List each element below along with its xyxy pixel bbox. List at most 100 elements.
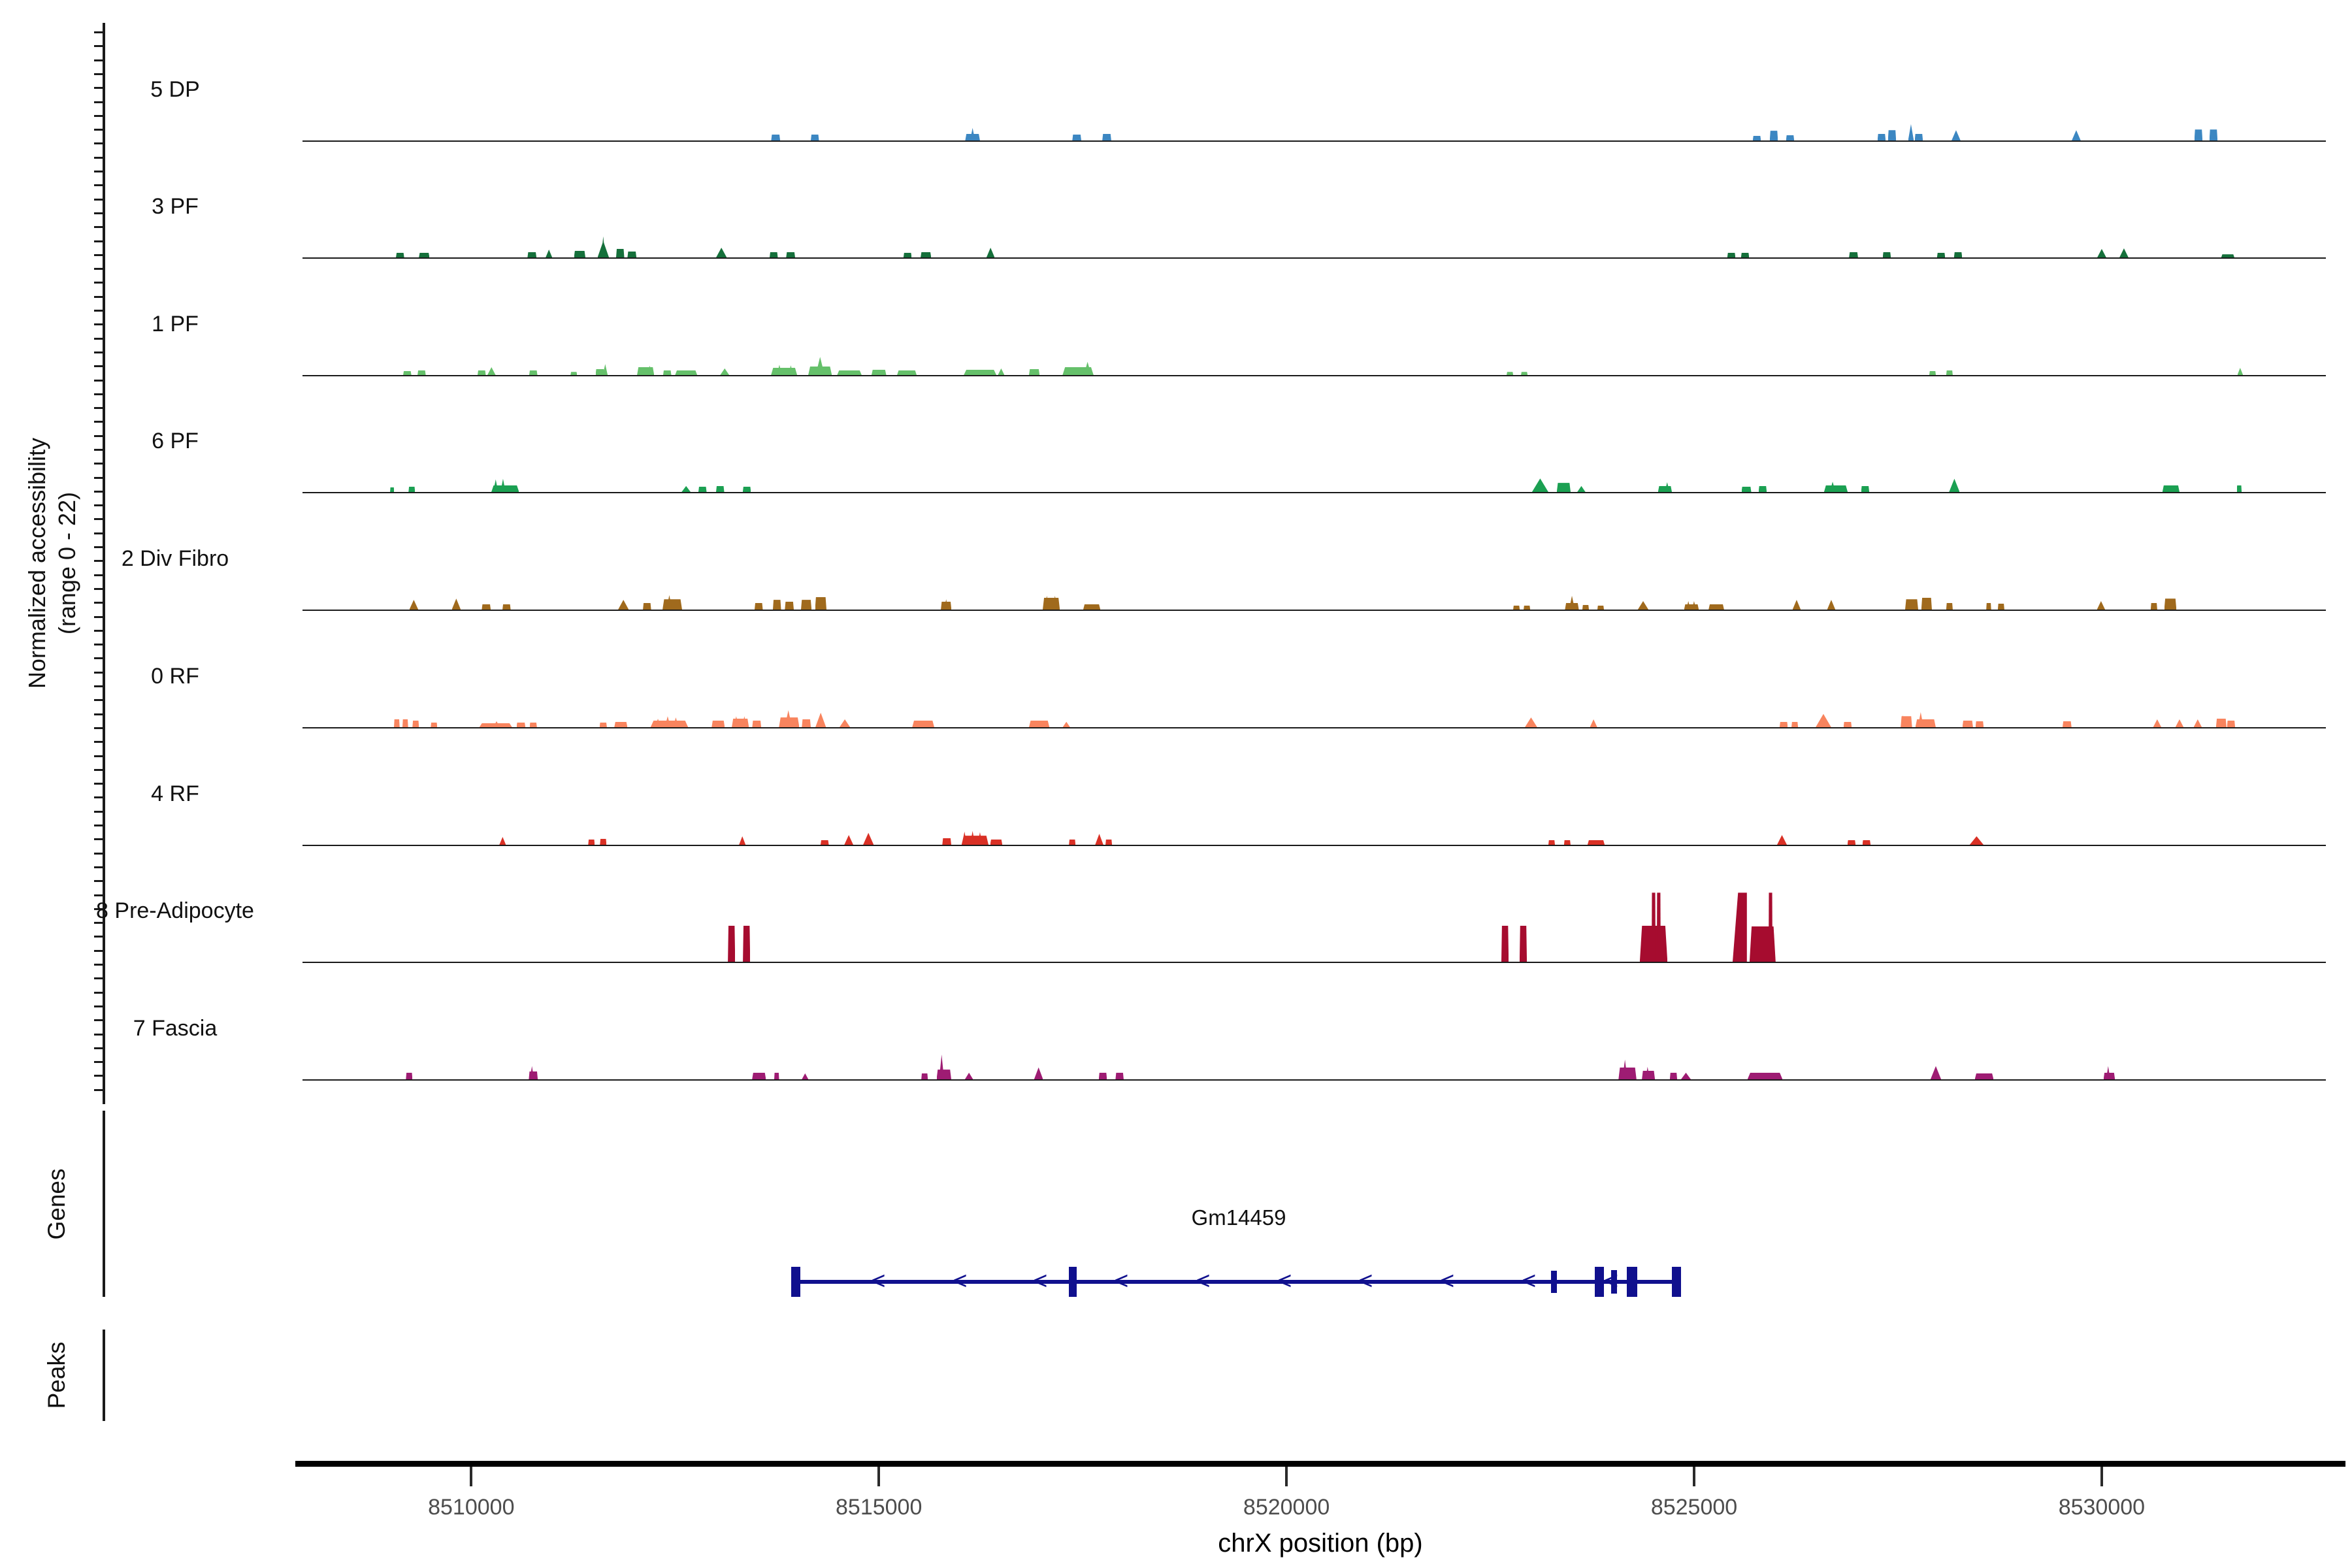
coverage-peak	[2237, 485, 2242, 492]
coverage-peak	[1569, 596, 1575, 610]
coverage-peak	[2164, 598, 2177, 610]
coverage-peak	[1638, 601, 1648, 610]
y-axis-tick	[94, 407, 104, 409]
y-axis-tick	[94, 1047, 104, 1049]
y-axis-tick	[94, 811, 104, 813]
coverage-peak	[716, 486, 725, 492]
coverage-peak	[1557, 483, 1571, 492]
coverage-peak	[1681, 1073, 1691, 1079]
coverage-peak	[2119, 248, 2129, 257]
peaks-section-bracket	[103, 1330, 105, 1421]
coverage-peak	[1921, 598, 1932, 610]
coverage-peak	[1786, 135, 1795, 140]
track-baseline-0-RF	[302, 727, 2326, 728]
y-axis-tick	[94, 268, 104, 270]
x-axis-tick	[1693, 1467, 1695, 1486]
genes-section-bracket	[103, 1111, 105, 1297]
coverage-peak	[1883, 252, 1891, 257]
y-axis-tick	[94, 73, 104, 75]
coverage-peak	[1827, 600, 1836, 610]
coverage-peak	[840, 719, 850, 727]
coverage-peak	[681, 486, 691, 492]
coverage-peak	[1577, 486, 1586, 492]
y-axis-tick	[94, 574, 104, 576]
coverage-peak	[1083, 604, 1100, 610]
y-axis-tick	[94, 1005, 104, 1007]
coverage-peak	[574, 251, 586, 257]
coverage-peak	[964, 370, 996, 375]
coverage-peak	[1588, 840, 1605, 845]
coverage-peak	[2097, 601, 2106, 610]
x-axis-tick-label: 8530000	[1997, 1495, 2206, 1520]
y-axis-tick	[94, 630, 104, 632]
gene-exon	[1672, 1267, 1681, 1297]
coverage-peak	[527, 252, 536, 257]
coverage-peak	[410, 600, 419, 610]
gene-exon	[1595, 1267, 1604, 1297]
coverage-peak	[773, 600, 781, 610]
coverage-peak	[1590, 719, 1597, 727]
coverage-peak	[698, 487, 707, 492]
coverage-peak	[1618, 1068, 1637, 1079]
coverage-peak	[844, 835, 853, 845]
coverage-peak	[1863, 840, 1871, 845]
track-label-6-PF: 6 PF	[18, 429, 332, 454]
coverage-peak	[1753, 136, 1761, 140]
coverage-peak	[2210, 129, 2218, 140]
coverage-peak	[1976, 721, 1984, 727]
coverage-peak	[499, 837, 506, 845]
coverage-peak	[1905, 599, 1918, 610]
coverage-peak	[1998, 604, 2004, 610]
y-axis-tick	[94, 142, 104, 144]
y-axis-tick	[94, 254, 104, 256]
coverage-peak	[663, 370, 672, 375]
track-label-3-PF: 3 PF	[18, 194, 332, 220]
y-axis-tick	[94, 713, 104, 715]
coverage-peak	[1548, 840, 1555, 845]
coverage-peak	[1793, 600, 1801, 610]
track-label-1-PF: 1 PF	[18, 312, 332, 337]
y-axis-tick	[94, 644, 104, 645]
coverage-peak	[412, 721, 419, 727]
coverage-peak	[743, 926, 750, 962]
coverage-peak	[546, 250, 552, 257]
y-axis-tick	[94, 421, 104, 423]
coverage-peak	[1069, 840, 1075, 845]
coverage-peak	[1532, 478, 1548, 492]
y-axis-tick	[94, 880, 104, 882]
coverage-peak	[1946, 603, 1953, 610]
coverage-peak	[1946, 370, 1953, 375]
coverage-peak	[942, 838, 951, 845]
y-axis-tick	[94, 741, 104, 743]
coverage-peak	[394, 719, 400, 727]
y-axis-tick	[94, 602, 104, 604]
y-axis-tick	[94, 282, 104, 284]
coverage-peak	[990, 840, 1003, 845]
coverage-peak	[1115, 1073, 1124, 1079]
y-axis-tick	[94, 755, 104, 757]
coverage-peak	[1861, 486, 1870, 492]
strand-direction-chevron-icon: <	[1440, 1269, 1454, 1294]
y-axis-tick	[94, 825, 104, 826]
track-label-8-Pre-Adipocyte: 8 Pre-Adipocyte	[18, 898, 332, 924]
strand-direction-chevron-icon: <	[1522, 1269, 1536, 1294]
coverage-peak	[406, 1073, 412, 1079]
y-axis-tick	[94, 1075, 104, 1077]
coverage-peak	[904, 253, 912, 257]
coverage-peak	[821, 840, 829, 845]
coverage-peak	[2194, 719, 2202, 727]
coverage-peak	[728, 926, 735, 962]
coverage-peak	[815, 597, 827, 610]
coverage-peak	[1733, 892, 1747, 962]
coverage-peak	[643, 603, 651, 610]
coverage-peak	[1931, 1066, 1941, 1079]
coverage-peak	[998, 368, 1004, 375]
y-axis-tick	[94, 504, 104, 506]
coverage-peak	[1029, 721, 1049, 727]
gene-exon	[1069, 1267, 1077, 1297]
coverage-peak	[1657, 892, 1661, 962]
track-baseline-8-Pre-Adipocyte	[302, 962, 2326, 963]
y-axis-tick	[94, 838, 104, 840]
y-axis-tick	[94, 477, 104, 479]
x-axis-tick	[2100, 1467, 2103, 1486]
